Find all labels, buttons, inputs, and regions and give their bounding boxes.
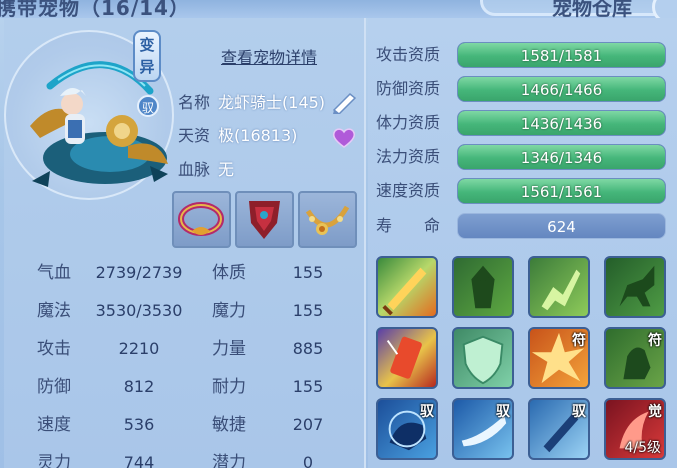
- defense-aptitude-bar: 1466/1466: [457, 76, 666, 102]
- speed-aptitude-label: 速度资质: [376, 181, 441, 200]
- rename-pencil-icon[interactable]: [330, 90, 358, 114]
- strength-label: 力量: [212, 339, 246, 359]
- green-horse-icon: [619, 265, 655, 307]
- ride-badge: 驭: [137, 95, 159, 117]
- attack-aptitude-label: 攻击资质: [376, 45, 441, 64]
- magic-power-value: 155: [292, 301, 324, 320]
- pet-bloodline-label: 血脉: [178, 160, 211, 179]
- skill-tag: 符: [572, 333, 586, 349]
- green-beast-icon: [471, 265, 495, 309]
- stamina-aptitude-label: 体力资质: [376, 113, 441, 132]
- skill-slot-6[interactable]: [452, 327, 514, 389]
- stamina-aptitude-value: 1436/1436: [520, 115, 603, 133]
- magic-power-label: 魔力: [212, 301, 246, 321]
- skill-slot-8[interactable]: 符: [604, 327, 666, 389]
- endurance-value: 155: [292, 377, 324, 396]
- agility-label: 敏捷: [212, 415, 246, 435]
- strength-value: 885: [292, 339, 324, 358]
- equip-slot-bracelet[interactable]: [298, 191, 357, 248]
- necklace-icon: [178, 202, 224, 236]
- mana-aptitude-bar: 1346/1346: [457, 144, 666, 170]
- mana-aptitude-value: 1346/1346: [520, 149, 603, 167]
- pet-aptitude-row: 天资 极(16813): [178, 125, 297, 147]
- pet-aptitude-label: 天资: [178, 126, 211, 145]
- green-shield-icon: [462, 335, 504, 385]
- skill-slot-1[interactable]: [376, 256, 438, 318]
- speed-aptitude-value: 1561/1561: [520, 183, 603, 201]
- pet-name-row: 名称 龙虾骑士(145): [178, 92, 325, 114]
- attack-aptitude-bar: 1581/1581: [457, 42, 666, 68]
- equip-slot-necklace[interactable]: [172, 191, 231, 248]
- skill-slot-9[interactable]: 驭: [376, 398, 438, 460]
- hp-value: 2739/2739: [95, 263, 183, 282]
- green-warrior-icon: [541, 269, 581, 311]
- lightning-scroll-icon: [386, 336, 422, 379]
- speed-label: 速度: [37, 415, 71, 435]
- spirit-label: 灵力: [37, 453, 71, 468]
- mutant-badge: 变异: [133, 30, 161, 82]
- endurance-label: 耐力: [212, 377, 246, 397]
- skill-slot-3[interactable]: [528, 256, 590, 318]
- skill-tag: 驭: [496, 404, 510, 420]
- skill-tag: 驭: [420, 404, 434, 420]
- attack-aptitude-value: 1581/1581: [520, 47, 603, 65]
- lifespan-value: 624: [547, 218, 576, 236]
- skill-slot-2[interactable]: [452, 256, 514, 318]
- flame-sword-icon: [382, 267, 427, 316]
- skill-slot-12[interactable]: 觉 4/5级: [604, 398, 666, 460]
- defense-aptitude-value: 1466/1466: [520, 81, 603, 99]
- attack-label: 攻击: [37, 339, 71, 359]
- spirit-value: 744: [123, 453, 155, 468]
- pet-bloodline-row: 血脉无: [178, 159, 234, 181]
- attack-value: 2210: [118, 339, 160, 358]
- constitution-label: 体质: [212, 263, 246, 283]
- lifespan-label: 寿 命: [376, 216, 441, 235]
- speed-value: 536: [123, 415, 155, 434]
- equip-slot-armor[interactable]: [235, 191, 294, 248]
- agility-value: 207: [292, 415, 324, 434]
- skill-slot-11[interactable]: 驭: [528, 398, 590, 460]
- mana-aptitude-label: 法力资质: [376, 147, 441, 166]
- view-pet-details-link[interactable]: 查看宠物详情: [221, 44, 317, 68]
- mp-value: 3530/3530: [95, 301, 183, 320]
- skill-slot-10[interactable]: 驭: [452, 398, 514, 460]
- pet-aptitude-value: 极(16813): [218, 126, 298, 145]
- potential-value: 0: [302, 453, 314, 468]
- armor-icon: [249, 201, 280, 239]
- speed-aptitude-bar: 1561/1561: [457, 178, 666, 204]
- skill-slot-4[interactable]: [604, 256, 666, 318]
- stamina-aptitude-bar: 1436/1436: [457, 110, 666, 136]
- skill-slot-5[interactable]: [376, 327, 438, 389]
- pet-name-label: 名称: [178, 93, 211, 112]
- defense-aptitude-label: 防御资质: [376, 79, 441, 98]
- skill-slot-7[interactable]: 符: [528, 327, 590, 389]
- skill-tag: 觉: [648, 404, 662, 420]
- potential-label: 潜力: [212, 453, 246, 468]
- defense-value: 812: [123, 377, 155, 396]
- skill-tag: 符: [648, 333, 662, 349]
- lifespan-bar: 624: [457, 213, 666, 239]
- skill-tag: 驭: [572, 404, 586, 420]
- heart-icon[interactable]: [332, 127, 356, 149]
- constitution-value: 155: [292, 263, 324, 282]
- hp-label: 气血: [37, 263, 71, 283]
- pet-bloodline-value: 无: [218, 160, 235, 179]
- bracelet-icon: [305, 205, 350, 235]
- defense-label: 防御: [37, 377, 71, 397]
- skill-level: 4/5级: [624, 440, 661, 456]
- mp-label: 魔法: [37, 301, 71, 321]
- pet-name-value: 龙虾骑士(145): [218, 93, 326, 112]
